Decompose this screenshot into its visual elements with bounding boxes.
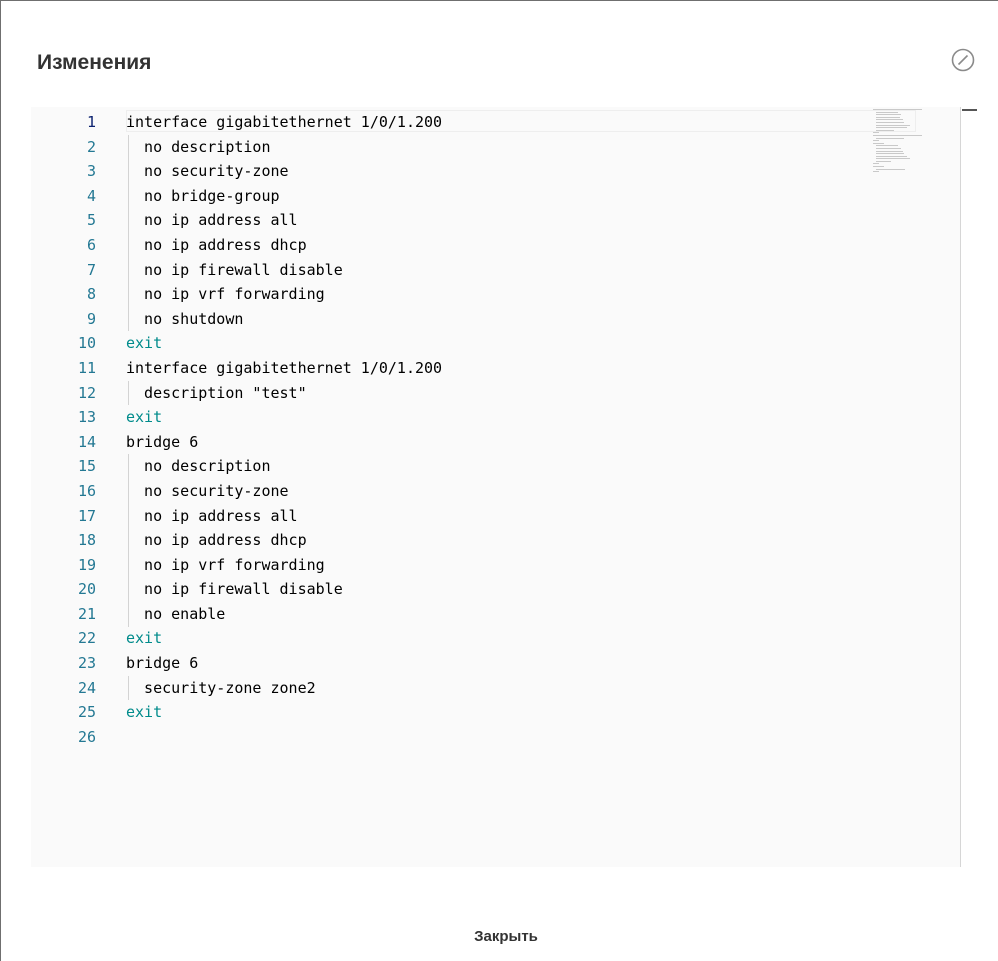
minimap-line bbox=[873, 109, 922, 110]
code-line[interactable]: no ip vrf forwarding bbox=[126, 282, 866, 307]
minimap-line bbox=[876, 114, 902, 116]
line-number: 22 bbox=[77, 629, 96, 648]
line-number: 6 bbox=[86, 235, 96, 254]
editor-scrollbar-track[interactable] bbox=[960, 107, 961, 867]
line-number: 12 bbox=[77, 383, 96, 402]
minimap-line bbox=[876, 145, 899, 147]
code-line[interactable]: description "test" bbox=[126, 381, 866, 406]
line-number: 2 bbox=[86, 137, 96, 156]
line-number: 7 bbox=[86, 260, 96, 279]
editor-scrollbar-thumb[interactable] bbox=[962, 109, 977, 111]
minimap-line bbox=[876, 127, 907, 129]
code-line[interactable] bbox=[126, 725, 866, 750]
editor-minimap[interactable] bbox=[873, 109, 925, 179]
code-line[interactable]: no description bbox=[126, 454, 866, 479]
line-number: 21 bbox=[77, 604, 96, 623]
minimap-line bbox=[876, 124, 910, 126]
minimap-line bbox=[876, 150, 903, 152]
line-number: 1 bbox=[86, 113, 96, 131]
line-number: 14 bbox=[77, 432, 96, 451]
line-number: 4 bbox=[86, 186, 96, 205]
minimap-line bbox=[873, 171, 879, 173]
minimap-line bbox=[876, 147, 902, 149]
minimap-line bbox=[876, 121, 904, 123]
code-line[interactable]: no ip address all bbox=[126, 208, 866, 233]
code-line[interactable]: no ip address all bbox=[126, 504, 866, 529]
code-line[interactable]: exit bbox=[126, 626, 866, 651]
line-number: 9 bbox=[86, 309, 96, 328]
code-line[interactable]: bridge 6 bbox=[126, 651, 866, 676]
line-number: 15 bbox=[77, 457, 96, 476]
indent-guide bbox=[128, 380, 129, 406]
minimap-line bbox=[873, 163, 879, 165]
line-number: 13 bbox=[77, 408, 96, 427]
line-number: 10 bbox=[77, 334, 96, 353]
line-number: 20 bbox=[77, 580, 96, 599]
minimap-line bbox=[876, 137, 904, 139]
minimap-line bbox=[876, 160, 892, 162]
line-number: 19 bbox=[77, 555, 96, 574]
line-number: 16 bbox=[77, 481, 96, 500]
close-button[interactable]: Закрыть bbox=[456, 919, 556, 953]
code-line[interactable]: interface gigabitethernet 1/0/1.200 bbox=[126, 110, 916, 135]
minimap-line bbox=[876, 111, 899, 113]
minimap-line bbox=[873, 134, 922, 136]
minimap-line bbox=[876, 129, 895, 131]
code-line[interactable]: no ip firewall disable bbox=[126, 577, 866, 602]
line-number: 24 bbox=[77, 678, 96, 697]
minimap-line bbox=[876, 168, 906, 170]
line-number: 23 bbox=[77, 654, 96, 673]
code-line[interactable]: no description bbox=[126, 135, 866, 160]
code-line[interactable]: interface gigabitethernet 1/0/1.200 bbox=[126, 356, 866, 381]
indent-guide bbox=[128, 454, 129, 627]
line-number: 18 bbox=[77, 531, 96, 550]
minimap-line bbox=[873, 166, 885, 168]
code-line[interactable]: no ip vrf forwarding bbox=[126, 553, 866, 578]
code-line[interactable]: no ip address dhcp bbox=[126, 233, 866, 258]
minimap-line bbox=[876, 155, 907, 157]
code-line[interactable]: exit bbox=[126, 331, 866, 356]
minimap-line bbox=[876, 153, 904, 155]
minimap-line bbox=[873, 140, 879, 142]
code-line[interactable]: exit bbox=[126, 700, 866, 725]
code-editor[interactable]: 1 2 3 4 5 6 7 8 9 10 11 12 13 14 15 16 17 18 19 20 21 22 23 24 2… bbox=[31, 107, 961, 867]
code-line[interactable]: no security-zone bbox=[126, 479, 866, 504]
code-line[interactable]: no enable bbox=[126, 602, 866, 627]
indent-guide bbox=[128, 675, 129, 701]
code-content[interactable]: interface gigabitethernet 1/0/1.200 no d… bbox=[126, 110, 916, 750]
edit-disabled-icon[interactable] bbox=[951, 48, 975, 72]
line-number: 8 bbox=[86, 285, 96, 304]
code-line[interactable]: no ip address dhcp bbox=[126, 528, 866, 553]
minimap-line bbox=[876, 119, 903, 121]
line-number: 25 bbox=[77, 703, 96, 722]
line-number-gutter: 1 2 3 4 5 6 7 8 9 10 11 12 13 14 15 16 17 18 19 20 21 22 23 24 2… bbox=[31, 110, 96, 749]
changes-dialog: Изменения 1 2 3 4 5 6 7 8 9 10 11 12 13 14 15 16 17 18 19 2… bbox=[0, 0, 998, 961]
line-number: 11 bbox=[77, 358, 96, 377]
minimap-line bbox=[876, 158, 910, 160]
code-line[interactable]: exit bbox=[126, 405, 866, 430]
code-line[interactable]: no ip firewall disable bbox=[126, 258, 866, 283]
line-number: 5 bbox=[86, 211, 96, 230]
code-line[interactable]: bridge 6 bbox=[126, 430, 866, 455]
indent-guide bbox=[128, 134, 129, 332]
dialog-title: Изменения bbox=[37, 51, 152, 74]
minimap-line bbox=[873, 142, 885, 144]
code-line[interactable]: no bridge-group bbox=[126, 184, 866, 209]
code-line[interactable]: no shutdown bbox=[126, 307, 866, 332]
line-number: 26 bbox=[77, 727, 96, 746]
code-line[interactable]: no security-zone bbox=[126, 159, 866, 184]
minimap-line bbox=[876, 116, 900, 118]
line-number: 3 bbox=[86, 162, 96, 181]
minimap-line bbox=[873, 132, 879, 134]
line-number: 17 bbox=[77, 506, 96, 525]
code-line[interactable]: security-zone zone2 bbox=[126, 676, 866, 701]
